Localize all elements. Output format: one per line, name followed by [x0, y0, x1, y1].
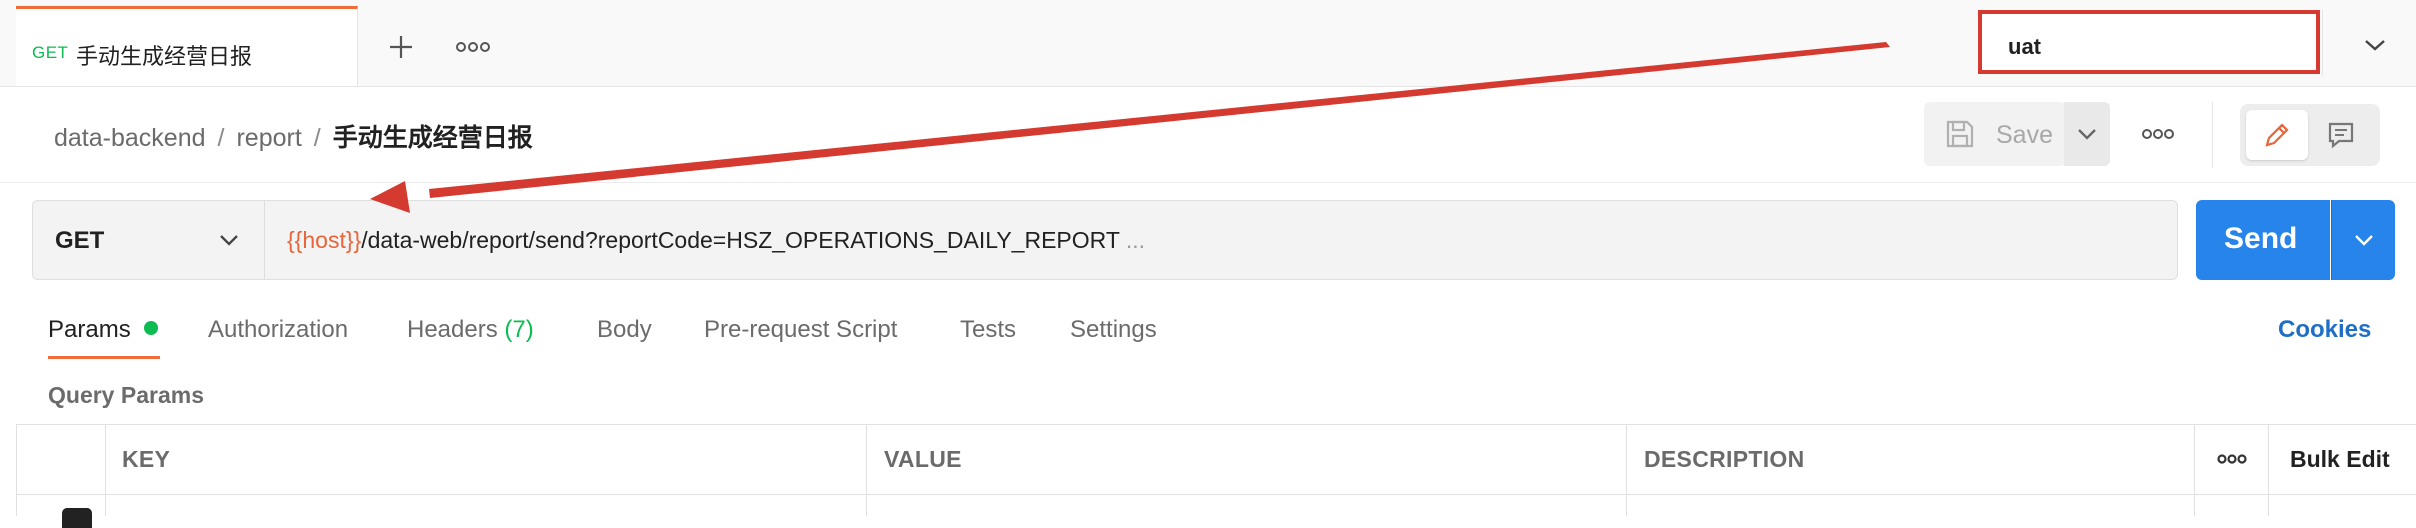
annotation-arrow-shaft [429, 42, 1890, 198]
annotation-arrow [370, 42, 1890, 213]
annotation-arrow-head [370, 181, 410, 213]
